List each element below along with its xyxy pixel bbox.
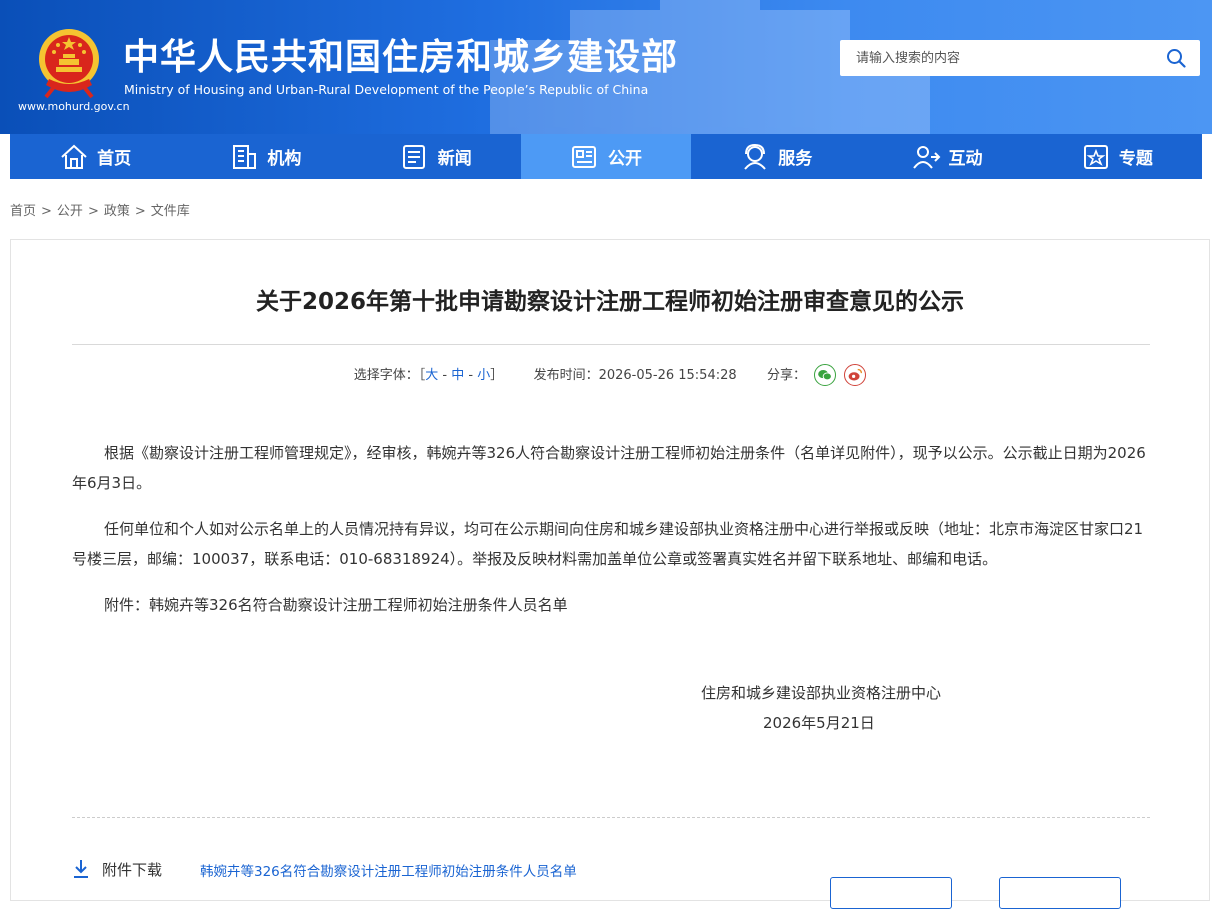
attachment-label: 附件下载 — [102, 861, 163, 879]
nav-label: 互动 — [948, 149, 983, 169]
home-icon — [61, 144, 87, 169]
search-input[interactable] — [840, 40, 1156, 76]
nav-label: 服务 — [778, 149, 813, 169]
attachment-divider — [72, 817, 1150, 818]
site-subtitle: Ministry of Housing and Urban-Rural Deve… — [124, 82, 649, 97]
nav-item-topic[interactable]: 专题 — [1032, 134, 1202, 179]
breadcrumb: 首页 > 公开 > 政策 > 文件库 — [10, 200, 190, 219]
download-icon — [74, 860, 88, 878]
signature-date: 2026年5月21日 — [763, 714, 875, 732]
nav-item-interaction[interactable]: 互动 — [861, 134, 1031, 179]
article-title: 关于2026年第十批申请勘察设计注册工程师初始注册审查意见的公示 — [255, 289, 964, 315]
title-divider — [72, 344, 1150, 345]
site-title[interactable]: 中华人民共和国住房和城乡建设部 — [123, 28, 678, 80]
news-icon — [402, 144, 425, 169]
share-label: 分享： — [766, 368, 806, 383]
nav-item-organization[interactable]: 机构 — [180, 134, 350, 179]
publish-label: 发布时间： — [533, 368, 599, 383]
font-size-large[interactable]: 大 — [425, 368, 438, 383]
interaction-icon — [912, 145, 940, 169]
bracket-close: ］ — [490, 368, 504, 383]
article-paragraph: 附件：韩婉卉等326名符合勘察设计注册工程师初始注册条件人员名单 — [104, 596, 568, 614]
signature-org: 住房和城乡建设部执业资格注册中心 — [701, 684, 942, 702]
breadcrumb-separator: > — [87, 204, 99, 219]
article-body: 根据《勘察设计注册工程师管理规定》，经审核，韩婉卉等326人符合勘察设计注册工程… — [72, 438, 1150, 636]
font-dash: - — [438, 368, 452, 383]
disclosure-icon — [571, 145, 596, 168]
topic-icon — [1083, 144, 1108, 169]
breadcrumb-file-library[interactable]: 文件库 — [151, 204, 190, 219]
breadcrumb-disclosure[interactable]: 公开 — [57, 204, 83, 219]
breadcrumb-separator: > — [41, 204, 52, 219]
publish-time: 2026-05-26 15:54:28 — [598, 368, 737, 383]
nav-item-home[interactable]: 首页 — [10, 134, 180, 179]
signature-block: 住房和城乡建设部执业资格注册中心 2026年5月21日 — [671, 678, 971, 738]
nav-label: 新闻 — [437, 149, 472, 169]
weibo-share-icon[interactable] — [844, 363, 867, 386]
wechat-share-icon[interactable] — [814, 363, 837, 386]
site-url: www.mohurd.gov.cn — [18, 100, 130, 113]
article-meta: 选择字体：［大 - 中 - 小］ 发布时间：2026-05-26 15:54:2… — [11, 363, 1209, 387]
building-icon — [233, 144, 257, 169]
search-box — [840, 40, 1200, 76]
attachment-link[interactable]: 韩婉卉等326名符合勘察设计注册工程师初始注册条件人员名单 — [200, 860, 577, 880]
main-nav: 首页 机构 新闻 公开 服务 互动 专题 — [10, 134, 1202, 179]
font-size-selector: 选择字体：［大 - 中 - 小］ — [354, 368, 508, 383]
national-emblem-icon — [39, 29, 99, 99]
breadcrumb-policy[interactable]: 政策 — [104, 204, 130, 219]
font-size-medium[interactable]: 中 — [451, 368, 464, 383]
breadcrumb-separator: > — [134, 204, 146, 219]
nav-label: 首页 — [97, 149, 132, 169]
nav-label: 公开 — [607, 149, 642, 169]
article-paragraph: 根据《勘察设计注册工程师管理规定》，经审核，韩婉卉等326人符合勘察设计注册工程… — [72, 444, 1146, 492]
breadcrumb-home[interactable]: 首页 — [10, 204, 36, 219]
service-icon — [744, 143, 767, 170]
site-header: www.mohurd.gov.cn 中华人民共和国住房和城乡建设部 Minist… — [0, 0, 1212, 134]
font-dash: - — [464, 368, 478, 383]
nav-item-disclosure[interactable]: 公开 — [520, 134, 692, 179]
search-icon[interactable] — [1166, 48, 1186, 68]
nav-label: 机构 — [267, 149, 302, 169]
font-size-label: 选择字体： — [353, 368, 419, 383]
article-paragraph: 任何单位和个人如对公示名单上的人员情况持有异议，均可在公示期间向住房和城乡建设部… — [72, 520, 1144, 568]
nav-label: 专题 — [1118, 149, 1153, 169]
font-size-small[interactable]: 小 — [477, 368, 490, 383]
nav-item-service[interactable]: 服务 — [691, 134, 861, 179]
action-button-1[interactable] — [830, 877, 952, 909]
nav-item-news[interactable]: 新闻 — [351, 134, 521, 179]
action-button-2[interactable] — [999, 877, 1121, 909]
article-card: 关于2026年第十批申请勘察设计注册工程师初始注册审查意见的公示 选择字体：［大… — [10, 239, 1210, 909]
